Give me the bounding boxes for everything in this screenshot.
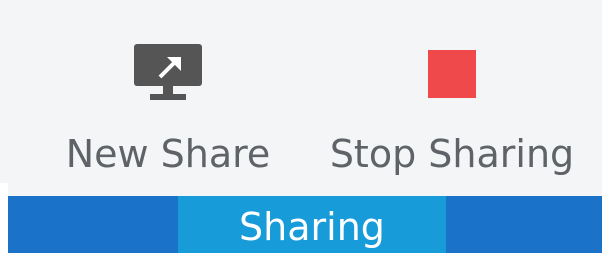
bottom-tab-bar: Sharing bbox=[8, 196, 602, 253]
stop-square-icon bbox=[428, 50, 476, 98]
new-share-label: New Share bbox=[65, 132, 271, 176]
left-edge-notch bbox=[0, 183, 8, 253]
new-share-button[interactable]: New Share bbox=[52, 0, 284, 196]
monitor-share-icon bbox=[134, 44, 202, 100]
new-share-icon-wrap bbox=[134, 44, 202, 104]
stop-sharing-label: Stop Sharing bbox=[329, 132, 575, 176]
tab-sharing[interactable]: Sharing bbox=[178, 196, 446, 253]
stop-sharing-button[interactable]: Stop Sharing bbox=[312, 0, 592, 196]
sharing-toolbar: New Share Stop Sharing bbox=[0, 0, 602, 196]
stop-sharing-icon-wrap bbox=[428, 44, 476, 104]
